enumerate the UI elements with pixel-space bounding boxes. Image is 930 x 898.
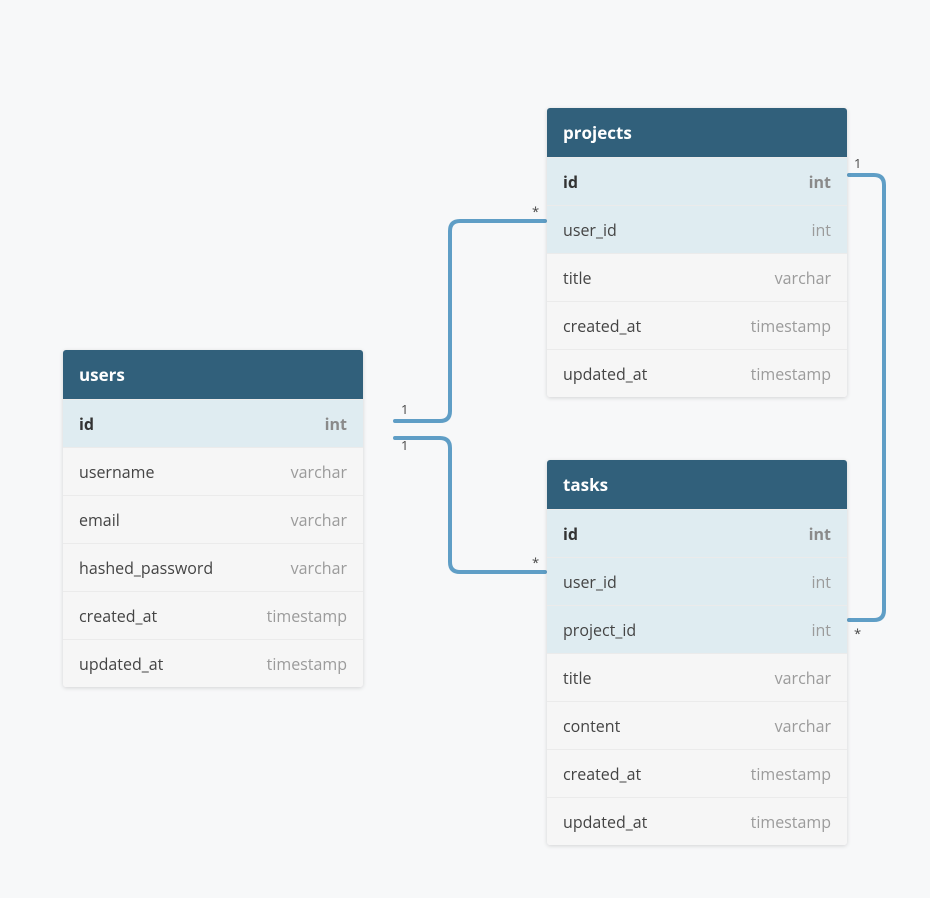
table-projects[interactable]: projects id int user_id int title varcha… [547, 108, 847, 397]
col-type: timestamp [751, 811, 831, 833]
col-name: content [563, 715, 620, 737]
col-tasks-created_at[interactable]: created_at timestamp [547, 749, 847, 797]
col-type: timestamp [751, 763, 831, 785]
col-name: id [563, 523, 578, 545]
col-type: varchar [291, 461, 347, 483]
col-name: username [79, 461, 154, 483]
col-tasks-content[interactable]: content varchar [547, 701, 847, 749]
card-users-bottom: 1 [401, 436, 408, 454]
col-users-email[interactable]: email varchar [63, 495, 363, 543]
rel-users-projects [395, 221, 545, 421]
col-name: title [563, 267, 591, 289]
col-type: int [811, 219, 831, 241]
col-type: int [325, 413, 347, 435]
col-projects-user_id[interactable]: user_id int [547, 205, 847, 253]
col-projects-created_at[interactable]: created_at timestamp [547, 301, 847, 349]
col-users-updated_at[interactable]: updated_at timestamp [63, 639, 363, 687]
er-diagram-canvas: 1 1 * * 1 * users id int username varcha… [0, 0, 930, 898]
col-type: timestamp [267, 605, 347, 627]
rel-projects-tasks [849, 175, 884, 620]
col-name: hashed_password [79, 557, 213, 579]
col-type: varchar [775, 667, 831, 689]
col-name: created_at [563, 763, 641, 785]
col-name: id [79, 413, 94, 435]
col-users-hashed_password[interactable]: hashed_password varchar [63, 543, 363, 591]
card-users-top: 1 [401, 400, 408, 418]
col-name: title [563, 667, 591, 689]
table-users[interactable]: users id int username varchar email varc… [63, 350, 363, 687]
col-users-created_at[interactable]: created_at timestamp [63, 591, 363, 639]
card-tasks-projectid: * [854, 624, 861, 642]
col-name: user_id [563, 219, 617, 241]
col-type: varchar [291, 557, 347, 579]
col-type: timestamp [751, 363, 831, 385]
col-tasks-project_id[interactable]: project_id int [547, 605, 847, 653]
col-tasks-title[interactable]: title varchar [547, 653, 847, 701]
col-name: updated_at [563, 363, 647, 385]
card-tasks-userid: * [532, 553, 539, 571]
col-name: user_id [563, 571, 617, 593]
card-projects-userid: * [532, 202, 539, 220]
col-type: varchar [775, 715, 831, 737]
col-type: varchar [291, 509, 347, 531]
card-projects-id: 1 [854, 154, 861, 172]
col-type: int [811, 619, 831, 641]
col-projects-id[interactable]: id int [547, 157, 847, 205]
col-name: project_id [563, 619, 636, 641]
col-type: varchar [775, 267, 831, 289]
col-tasks-updated_at[interactable]: updated_at timestamp [547, 797, 847, 845]
col-name: updated_at [79, 653, 163, 675]
col-name: created_at [79, 605, 157, 627]
col-name: created_at [563, 315, 641, 337]
col-name: id [563, 171, 578, 193]
col-type: timestamp [751, 315, 831, 337]
table-tasks[interactable]: tasks id int user_id int project_id int … [547, 460, 847, 845]
col-tasks-user_id[interactable]: user_id int [547, 557, 847, 605]
col-type: timestamp [267, 653, 347, 675]
col-users-username[interactable]: username varchar [63, 447, 363, 495]
col-projects-title[interactable]: title varchar [547, 253, 847, 301]
col-type: int [809, 171, 831, 193]
col-name: email [79, 509, 120, 531]
col-type: int [811, 571, 831, 593]
table-tasks-header: tasks [547, 460, 847, 509]
col-users-id[interactable]: id int [63, 399, 363, 447]
col-type: int [809, 523, 831, 545]
col-tasks-id[interactable]: id int [547, 509, 847, 557]
rel-users-tasks [395, 438, 545, 572]
table-users-header: users [63, 350, 363, 399]
col-name: updated_at [563, 811, 647, 833]
col-projects-updated_at[interactable]: updated_at timestamp [547, 349, 847, 397]
table-projects-header: projects [547, 108, 847, 157]
